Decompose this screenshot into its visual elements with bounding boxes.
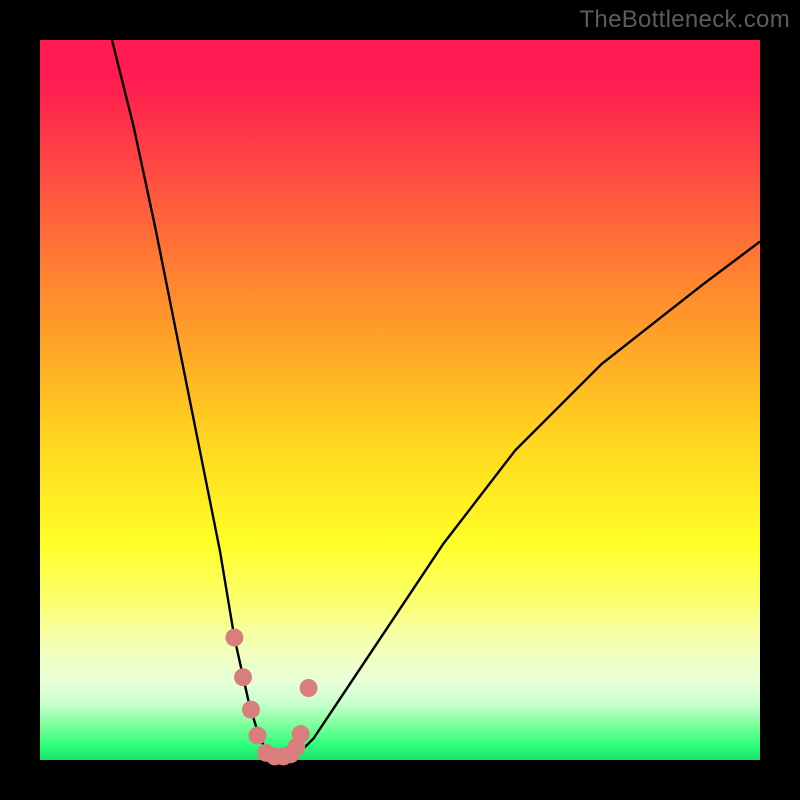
plot-area: [40, 40, 760, 760]
chart-svg: [40, 40, 760, 760]
marker-dot: [248, 727, 266, 745]
marker-dot: [292, 725, 310, 743]
marker-dot: [242, 701, 260, 719]
highlight-markers: [225, 629, 317, 766]
chart-frame: TheBottleneck.com: [0, 0, 800, 800]
marker-dot: [300, 679, 318, 697]
curve-path: [112, 40, 760, 756]
watermark-text: TheBottleneck.com: [579, 6, 790, 34]
marker-dot: [225, 629, 243, 647]
bottleneck-curve: [112, 40, 760, 756]
marker-dot: [234, 668, 252, 686]
